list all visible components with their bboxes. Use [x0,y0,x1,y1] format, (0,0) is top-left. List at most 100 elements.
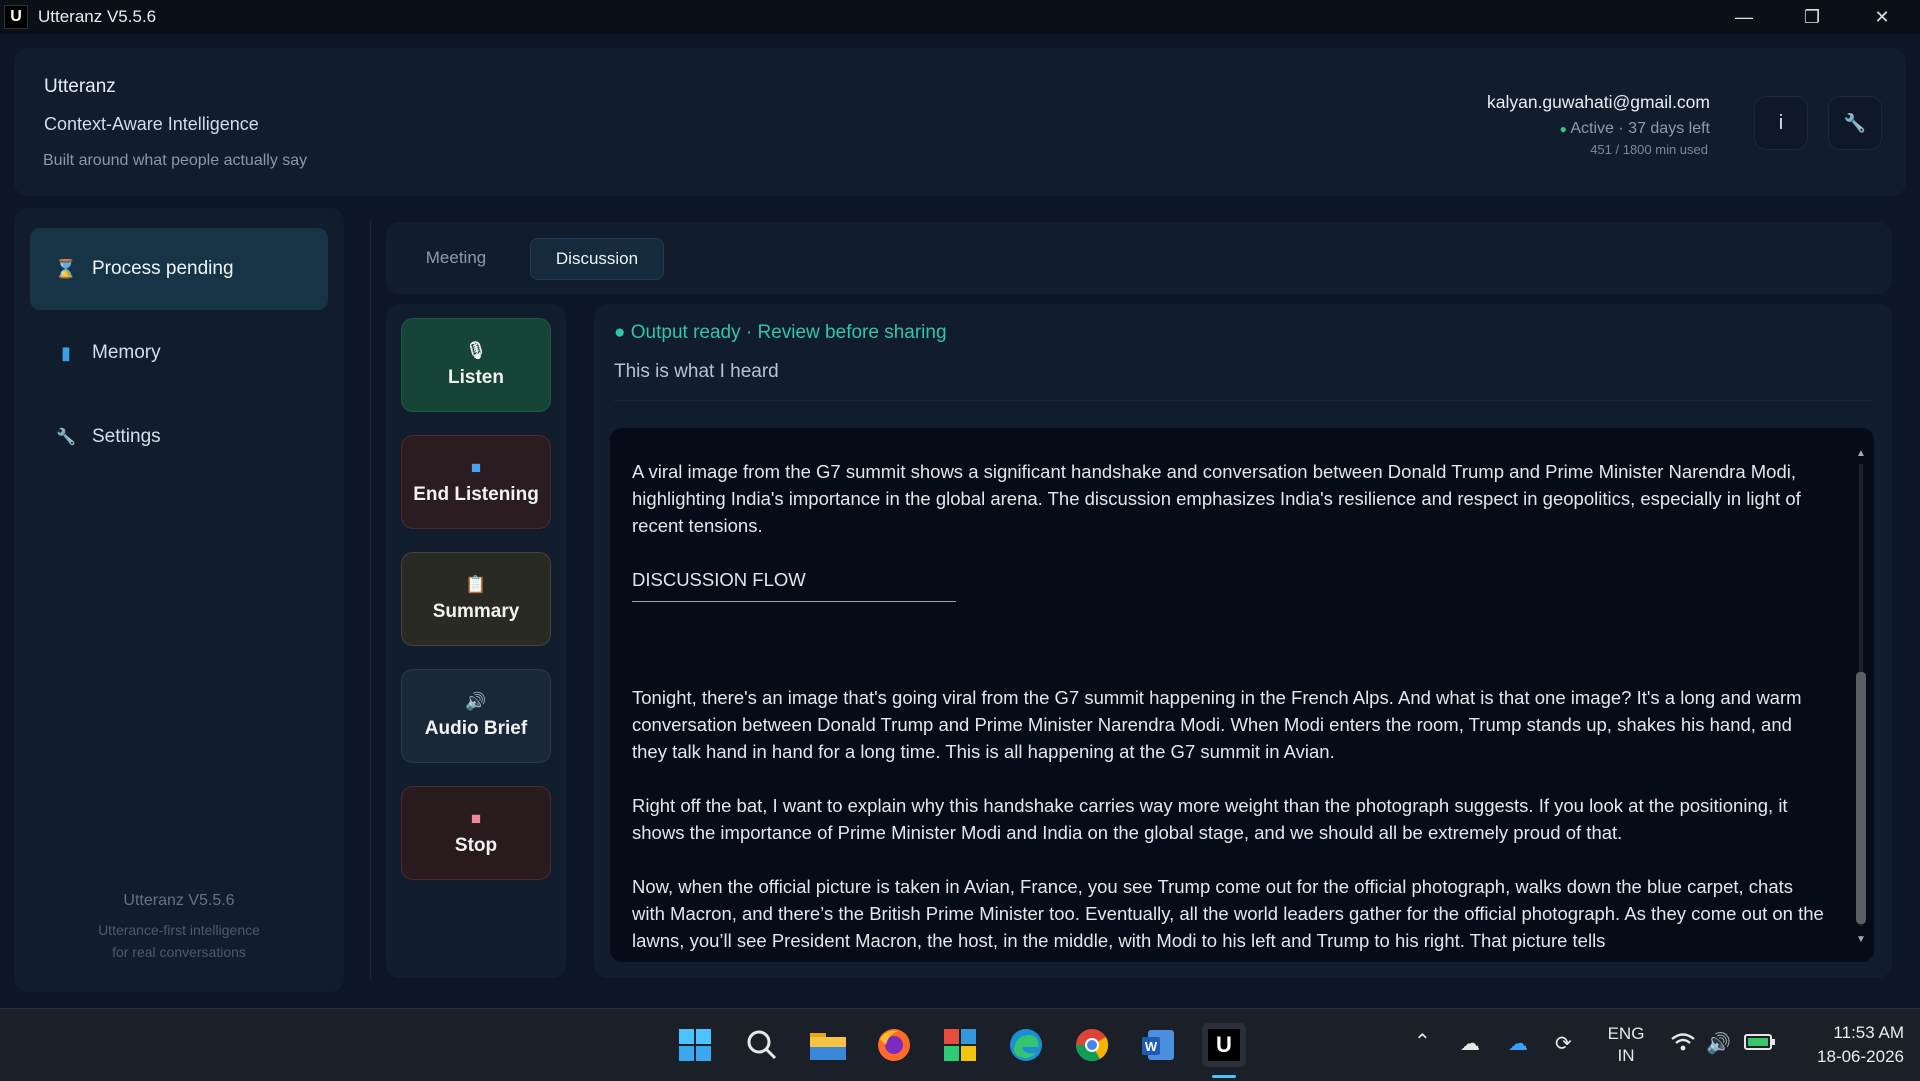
maximize-button[interactable]: ❐ [1778,0,1846,34]
divider [370,220,371,980]
cloud-icon[interactable]: ☁ [1460,1031,1480,1056]
sync-icon[interactable]: ⟳ [1555,1031,1572,1056]
sidebar-item-memory[interactable]: ▮ Memory [30,312,328,394]
scroll-up-button[interactable]: ▲ [1854,448,1868,462]
close-button[interactable]: ✕ [1848,0,1916,34]
subscription-status: ● Active · 37 days left [1560,120,1710,138]
utteranz-taskbar-button[interactable]: U [1202,1023,1246,1067]
info-button[interactable]: i [1754,96,1808,150]
taskbar: W U ⌃ ☁ ☁ ⟳ ENG IN 🔊 11:53 AM 18-06-2026 [0,1008,1920,1081]
output-divider [614,400,1872,401]
stop-square-icon: ■ [470,458,482,477]
file-explorer-button[interactable] [806,1023,850,1067]
show-hidden-icons-button[interactable]: ⌃ [1414,1029,1431,1054]
info-icon: i [1778,111,1784,134]
summary-button[interactable]: 📋 Summary [401,552,551,646]
output-heading: This is what I heard [614,361,779,382]
sidebar-item-label: Settings [92,426,161,447]
tools-button[interactable]: 🔧 [1828,96,1882,150]
clipboard-icon: 📋 [465,575,487,594]
book-icon: ▮ [61,342,71,363]
account-email: kalyan.guwahati@gmail.com [1486,92,1710,112]
active-app-indicator [1212,1075,1236,1078]
app-logo-icon: U [4,5,28,29]
wrench-icon: 🔧 [56,429,76,446]
mode-tabs: Meeting Discussion [386,222,1892,294]
status-text: Active · 37 days left [1570,120,1710,137]
search-button[interactable] [740,1023,784,1067]
output-panel: ● Output ready · Review before sharing T… [594,304,1892,978]
chevron-down-icon: ▼ [1856,934,1866,945]
stop-button[interactable]: ■ Stop [401,786,551,880]
start-button[interactable] [673,1023,717,1067]
utteranz-icon: U [1208,1029,1240,1061]
photos-button[interactable] [938,1023,982,1067]
clock-time: 11:53 AM [1833,1023,1904,1042]
app-name: Utteranz [44,76,116,97]
language-indicator[interactable]: ENG IN [1600,1023,1652,1067]
restore-icon: ❐ [1803,6,1821,27]
file-explorer-icon [810,1033,846,1060]
microphone-icon: 🎙 [465,341,487,360]
sidebar-item-settings[interactable]: 🔧 Settings [30,396,328,478]
minimize-button[interactable]: — [1710,0,1778,34]
stop-icon: ■ [470,809,482,828]
hourglass-icon: ⌛ [54,258,78,279]
clock-date: 18-06-2026 [1817,1047,1904,1066]
audio-brief-button[interactable]: 🔊 Audio Brief [401,669,551,763]
sidebar-item-process-pending[interactable]: ⌛ Process pending [30,228,328,310]
clock[interactable]: 11:53 AM 18-06-2026 [1784,1021,1904,1069]
close-icon: ✕ [1874,6,1890,27]
chrome-icon [1075,1029,1109,1062]
tab-meeting[interactable]: Meeting [408,238,504,278]
transcript-paragraph: Right off the bat, I want to explain why… [632,795,1788,843]
title-bar: U Utteranz V5.5.6 — ❐ ✕ [0,0,1920,34]
edge-icon [1010,1029,1042,1061]
summary-label: Summary [432,601,520,622]
audio-brief-label: Audio Brief [424,718,528,739]
sidebar-footer-version: Utteranz V5.5.6 [123,892,235,909]
photos-icon [944,1029,976,1061]
output-status: ● Output ready · Review before sharing [614,322,947,343]
sidebar-footer-line2: for real conversations [112,944,246,960]
chevron-up-icon: ▲ [1856,448,1866,459]
action-panel: 🎙 Listen ■ End Listening 📋 Summary 🔊 Aud… [386,304,566,978]
word-button[interactable]: W [1136,1023,1180,1067]
firefox-icon [878,1029,910,1061]
app-tagline: Context-Aware Intelligence [44,114,259,134]
stop-label: Stop [454,835,498,856]
battery-icon[interactable] [1744,1031,1776,1057]
sidebar: ⌛ Process pending ▮ Memory 🔧 Settings Ut… [14,208,344,992]
section-title: DISCUSSION FLOW [632,569,806,590]
status-dot-icon: ● [1559,122,1567,136]
listen-label: Listen [448,367,504,388]
volume-icon[interactable]: 🔊 [1706,1031,1731,1056]
edge-button[interactable] [1004,1023,1048,1067]
usage-text: 451 / 1800 min used [1590,142,1708,157]
search-icon [747,1030,777,1060]
sidebar-footer-line1: Utterance-first intelligence [98,922,260,938]
chrome-button[interactable] [1070,1023,1114,1067]
tab-discussion[interactable]: Discussion [530,238,664,280]
sidebar-item-label: Process pending [92,258,234,279]
language-code: ENG [1607,1024,1645,1043]
firefox-button[interactable] [872,1023,916,1067]
wifi-icon[interactable] [1670,1031,1696,1059]
transcript-intro: A viral image from the G7 summit shows a… [632,461,1801,536]
transcript-paragraph: Now, when the official picture is taken … [632,876,1824,951]
scrollbar-thumb[interactable] [1856,672,1866,924]
scroll-down-button[interactable]: ▼ [1854,934,1868,948]
onedrive-icon[interactable]: ☁ [1508,1031,1528,1056]
transcript-box[interactable]: A viral image from the G7 summit shows a… [610,428,1874,962]
region-code: IN [1617,1046,1635,1065]
start-icon [679,1029,711,1061]
word-icon: W [1142,1030,1174,1060]
wrench-icon: 🔧 [1843,112,1867,133]
listen-button[interactable]: 🎙 Listen [401,318,551,412]
speaker-icon: 🔊 [465,692,487,711]
transcript-text: A viral image from the G7 summit shows a… [632,458,1824,962]
sidebar-item-label: Memory [92,342,161,363]
app-subtitle: Built around what people actually say [43,152,308,169]
app-header: Utteranz Context-Aware Intelligence Buil… [14,48,1906,196]
end-listening-button[interactable]: ■ End Listening [401,435,551,529]
